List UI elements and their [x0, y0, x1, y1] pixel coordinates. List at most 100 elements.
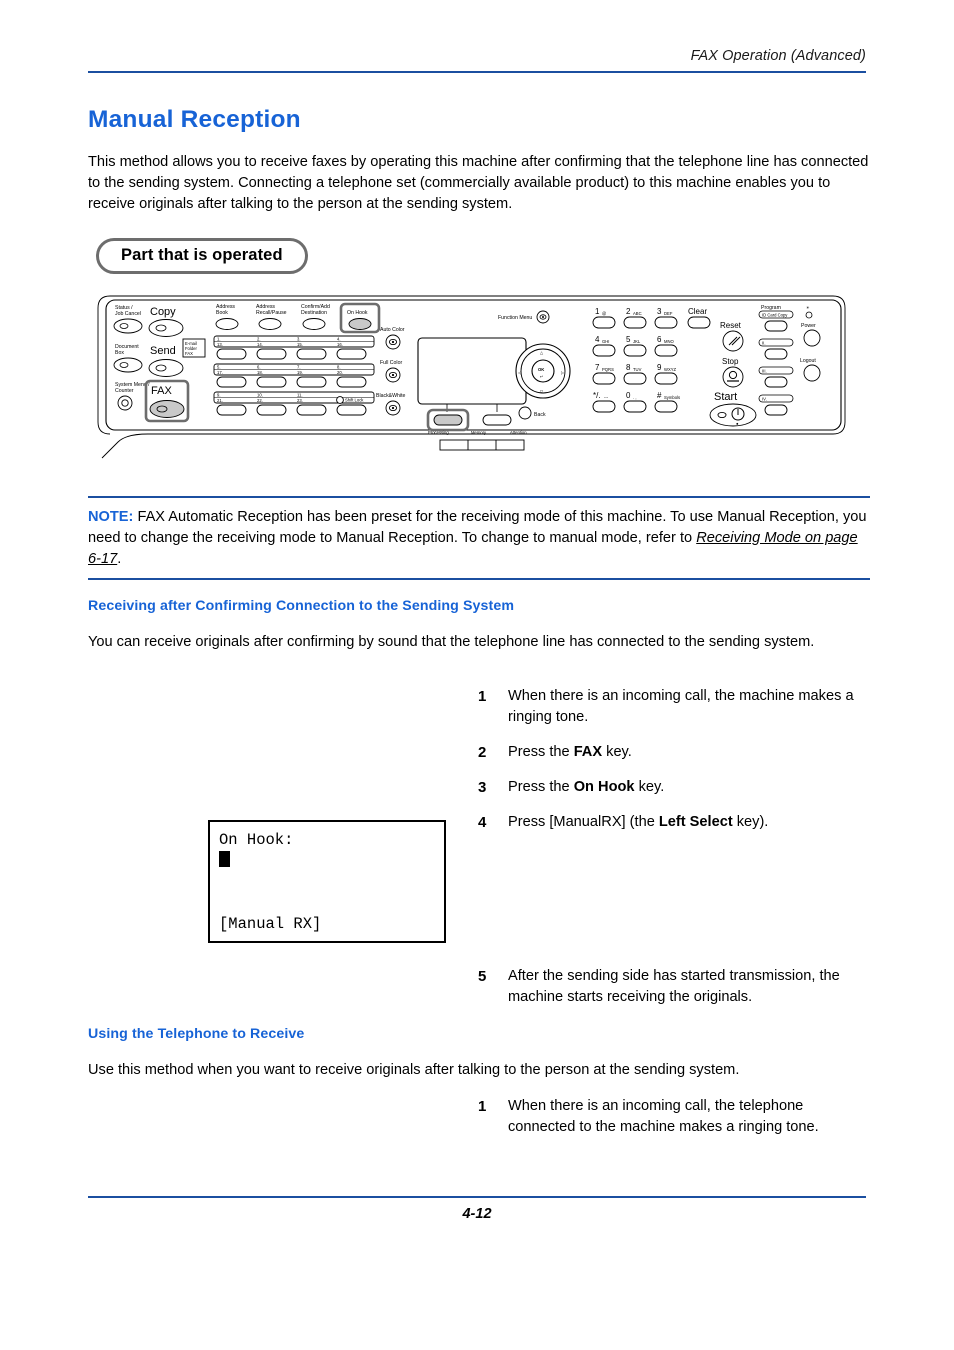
step-item: 2 Press the FAX key.: [478, 742, 870, 763]
step-number: 5: [478, 968, 487, 985]
svg-text:6.: 6.: [257, 365, 261, 370]
svg-text:PQRS: PQRS: [602, 367, 614, 372]
svg-text:Auto Color: Auto Color: [380, 327, 405, 333]
svg-text:Job Cancel: Job Cancel: [115, 311, 141, 317]
step-text-run: When there is an incoming call, the mach…: [508, 688, 854, 725]
svg-text:10.: 10.: [257, 393, 263, 398]
svg-text:Box: Box: [115, 350, 124, 356]
svg-text:4.: 4.: [337, 337, 341, 342]
step-number: 1: [478, 688, 487, 705]
svg-text:14.: 14.: [257, 342, 263, 347]
step-item: 5 After the sending side has started tran…: [478, 966, 870, 1008]
svg-text:4: 4: [595, 335, 600, 344]
svg-text:5.: 5.: [217, 365, 221, 370]
part-operated-callout: Part that is operated: [96, 238, 308, 274]
svg-text:@: @: [602, 311, 606, 316]
step-text: Press the FAX key.: [508, 742, 870, 763]
svg-text:16.: 16.: [337, 342, 343, 347]
section-heading-receiving-after-confirming: Receiving after Confirming Connection to…: [88, 598, 515, 614]
header-rule: [88, 71, 866, 73]
control-panel-illustration: .pl { font-family: "Liberation Sans", sa…: [88, 282, 870, 474]
page-footer: 4-12: [88, 1196, 866, 1222]
intro-paragraph: This method allows you to receive faxes …: [88, 154, 869, 212]
step-item: 4 Press [ManualRX] (the Left Select key).: [478, 812, 870, 833]
svg-text:OK: OK: [538, 367, 544, 372]
step-number: 2: [478, 744, 487, 761]
note-text-after: .: [117, 551, 122, 567]
svg-text:Counter: Counter: [115, 388, 134, 394]
svg-text:8.: 8.: [337, 365, 341, 370]
svg-text:Destination: Destination: [301, 310, 327, 316]
section-body-receiving-after-confirming: You can receive originals after confirmi…: [88, 634, 815, 650]
svg-text:Shift Lock: Shift Lock: [345, 398, 364, 403]
svg-text:On Hook: On Hook: [347, 310, 368, 316]
document-page: FAX Operation (Advanced) Manual Receptio…: [0, 0, 954, 1350]
svg-text:Book: Book: [216, 310, 228, 316]
svg-text:9.: 9.: [217, 393, 221, 398]
lcd-cursor-line: [219, 851, 435, 872]
step-number: 4: [478, 814, 487, 831]
step-item: 3 Press the On Hook key.: [478, 777, 870, 798]
svg-text:23.: 23.: [297, 398, 303, 403]
svg-text:5: 5: [626, 335, 631, 344]
svg-text:#: #: [657, 391, 662, 400]
step-text: After the sending side has started trans…: [508, 966, 870, 1008]
step-text-run: key.: [602, 744, 632, 760]
step-item: 1 When there is an incoming call, the mac…: [478, 686, 870, 728]
section-heading-using-telephone: Using the Telephone to Receive: [88, 1026, 305, 1042]
svg-text:17.: 17.: [217, 370, 223, 375]
svg-text:☀: ☀: [806, 305, 810, 310]
svg-text:III.: III.: [762, 369, 767, 374]
svg-text:GHI: GHI: [602, 339, 609, 344]
svg-text:Reset: Reset: [720, 321, 742, 330]
step-text: When there is an incoming call, the tele…: [508, 1096, 870, 1138]
lcd-line-1: On Hook:: [219, 831, 294, 849]
svg-text:Power: Power: [801, 323, 816, 329]
svg-text:11.: 11.: [297, 393, 303, 398]
svg-text:Stop: Stop: [722, 357, 739, 366]
svg-text:15.: 15.: [297, 342, 303, 347]
step-text-run: Press [ManualRX] (the: [508, 814, 659, 830]
svg-text:FAX: FAX: [151, 385, 172, 397]
svg-text:22.: 22.: [257, 398, 263, 403]
header-title: FAX Operation (Advanced): [690, 48, 866, 64]
svg-text:1.: 1.: [217, 337, 221, 342]
svg-text:. ,: . ,: [633, 395, 637, 400]
svg-text:---: ---: [604, 395, 609, 400]
svg-text:9: 9: [657, 363, 662, 372]
svg-text:IV.: IV.: [762, 397, 767, 402]
svg-text:13.: 13.: [217, 342, 223, 347]
svg-text:Start: Start: [714, 391, 737, 403]
note-rule-bottom: [88, 578, 870, 580]
svg-text:ABC: ABC: [633, 311, 642, 316]
svg-text:↵: ↵: [540, 374, 544, 379]
svg-text:Memory: Memory: [471, 430, 487, 435]
svg-text:Copy: Copy: [150, 306, 176, 318]
step-list-using-telephone: 1 When there is an incoming call, the tel…: [478, 1096, 870, 1138]
svg-text:Black&White: Black&White: [376, 393, 406, 399]
svg-text:Recall/Pause: Recall/Pause: [256, 310, 287, 316]
svg-text:FAX: FAX: [185, 351, 193, 356]
svg-text:Back: Back: [534, 412, 546, 418]
svg-text:Full Color: Full Color: [380, 360, 402, 366]
svg-text:ID Card Copy: ID Card Copy: [762, 313, 788, 318]
svg-text:II.: II.: [762, 341, 766, 346]
step-text: When there is an incoming call, the mach…: [508, 686, 870, 728]
step-text-run: Press the: [508, 779, 574, 795]
svg-text:7: 7: [595, 363, 600, 372]
note-body: NOTE: FAX Automatic Reception has been p…: [88, 498, 870, 578]
page-title: Manual Reception: [88, 106, 301, 133]
step-list-confirming: 1 When there is an incoming call, the mac…: [478, 686, 870, 833]
svg-text:21.: 21.: [217, 398, 223, 403]
step-key-name: On Hook: [573, 779, 635, 795]
svg-text:3.: 3.: [297, 337, 301, 342]
lcd-cursor-block: [219, 851, 230, 867]
step-key-name: FAX: [573, 744, 603, 760]
svg-text:Function Menu: Function Menu: [498, 315, 532, 321]
svg-text:7.: 7.: [297, 365, 301, 370]
svg-text:Symbols: Symbols: [664, 395, 680, 400]
svg-text:MNO: MNO: [664, 339, 675, 344]
step-text-run: key).: [732, 814, 769, 830]
svg-text:3: 3: [657, 307, 662, 316]
svg-text:18.: 18.: [257, 370, 263, 375]
